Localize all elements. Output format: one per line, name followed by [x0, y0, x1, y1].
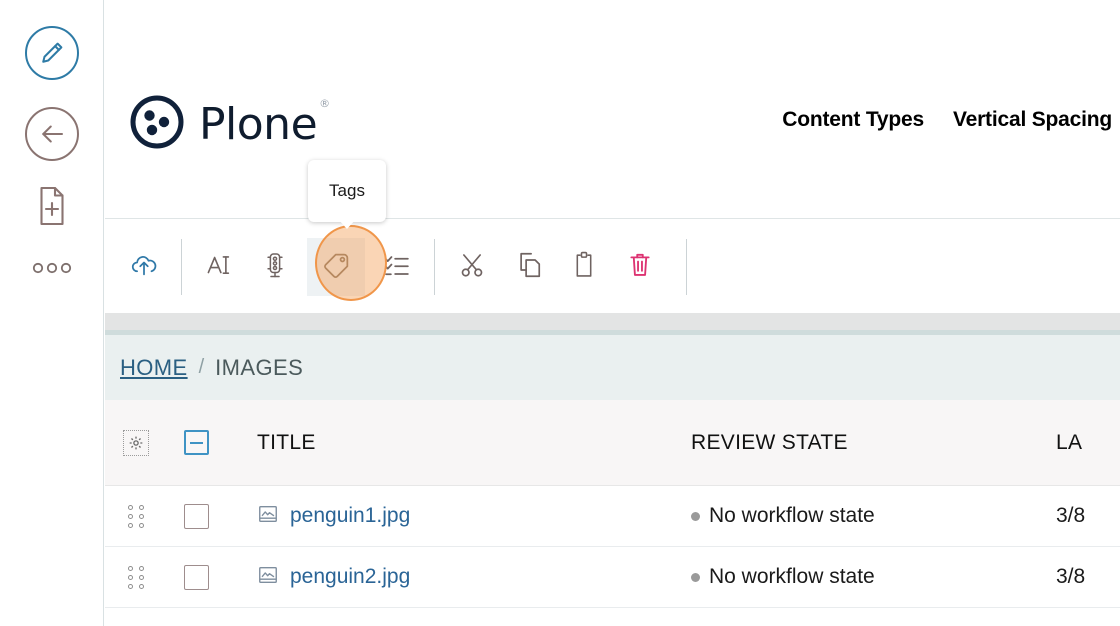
state-dot-icon — [691, 511, 700, 521]
trash-icon — [626, 250, 654, 283]
rail-item-back[interactable] — [0, 107, 104, 161]
pencil-circle-icon — [25, 26, 79, 80]
table-header-row: TITLE REVIEW STATE LA — [105, 400, 1120, 486]
toolbar-divider-3 — [686, 238, 687, 295]
row-review-state-label: No workflow state — [709, 504, 875, 527]
upload-button[interactable] — [120, 243, 168, 291]
row-title-cell: penguin2.jpg — [225, 564, 691, 591]
delete-button[interactable] — [616, 243, 664, 291]
arrow-left-circle-icon — [25, 107, 79, 161]
tooltip-label: Tags — [329, 181, 365, 200]
copy-button[interactable] — [504, 243, 552, 291]
drag-handle-icon — [127, 504, 145, 528]
more-horizontal-icon — [29, 259, 75, 282]
breadcrumb-current: IMAGES — [215, 354, 304, 380]
main-content-column: Plone ® Content Types Vertical Spacing Ta… — [105, 0, 1120, 626]
row-title-link[interactable]: penguin2.jpg — [290, 565, 410, 589]
toolbar-spacer-band — [105, 313, 1120, 330]
site-logo[interactable]: Plone ® — [129, 94, 330, 155]
logo-word: Plone — [199, 98, 318, 150]
plone-content-listing-screen: Plone ® Content Types Vertical Spacing Ta… — [0, 0, 1120, 626]
tag-icon — [321, 250, 352, 284]
row-checkbox[interactable] — [183, 503, 209, 529]
column-header-select-all[interactable] — [167, 430, 225, 455]
left-toolbar-rail — [0, 0, 104, 626]
registered-mark: ® — [319, 96, 330, 110]
rename-ai-icon — [204, 250, 234, 283]
state-dot-icon — [691, 572, 700, 582]
column-header-title-label: TITLE — [257, 430, 316, 454]
rename-button[interactable] — [195, 243, 243, 291]
breadcrumb-separator: / — [198, 356, 205, 378]
row-review-state-cell: No workflow state — [691, 504, 1056, 528]
table-row[interactable]: penguin2.jpg No workflow state 3/8 — [105, 547, 1120, 608]
nav-link-content-types[interactable]: Content Types — [782, 108, 924, 132]
row-checkbox[interactable] — [183, 564, 209, 590]
site-header: Plone ® Content Types Vertical Spacing — [105, 0, 1120, 219]
row-review-state-label: No workflow state — [709, 565, 875, 588]
rail-item-add-content[interactable] — [0, 185, 104, 231]
column-header-review-state[interactable]: REVIEW STATE — [691, 431, 1056, 455]
document-plus-icon — [34, 184, 70, 233]
image-file-icon — [257, 564, 279, 591]
properties-button[interactable] — [373, 243, 421, 291]
row-title-link[interactable]: penguin1.jpg — [290, 504, 410, 528]
toolbar-divider-2 — [434, 238, 435, 295]
plone-logo-icon — [129, 94, 185, 155]
toolbar-divider-1 — [181, 238, 182, 295]
row-title-cell: penguin1.jpg — [225, 503, 691, 530]
column-header-title[interactable]: TITLE — [225, 431, 691, 455]
scissors-icon — [457, 250, 487, 283]
row-drag-handle[interactable] — [105, 565, 167, 589]
tags-tooltip: Tags — [308, 160, 386, 229]
clipboard-icon — [570, 250, 598, 283]
tags-button[interactable] — [307, 237, 365, 296]
row-last-modified-cell: 3/8 — [1056, 504, 1120, 528]
column-header-last-modified[interactable]: LA — [1056, 431, 1120, 455]
paste-button[interactable] — [560, 243, 608, 291]
breadcrumb-link-home[interactable]: HOME — [120, 355, 188, 381]
breadcrumb: HOME / IMAGES — [105, 335, 1120, 400]
row-last-modified-cell: 3/8 — [1056, 565, 1120, 589]
column-header-last-modified-label: LA — [1056, 430, 1083, 454]
nav-link-vertical-spacing[interactable]: Vertical Spacing — [953, 108, 1112, 132]
column-header-handle — [105, 429, 167, 456]
row-select-cell[interactable] — [167, 503, 225, 529]
traffic-light-icon — [261, 250, 289, 283]
gear-icon[interactable] — [123, 429, 149, 456]
row-drag-handle[interactable] — [105, 504, 167, 528]
indeterminate-checkbox[interactable] — [183, 430, 209, 455]
table-row[interactable]: penguin1.jpg No workflow state 3/8 — [105, 486, 1120, 547]
workflow-state-button[interactable] — [251, 243, 299, 291]
cloud-upload-icon — [129, 250, 159, 283]
column-header-review-state-label: REVIEW STATE — [691, 430, 848, 454]
row-select-cell[interactable] — [167, 564, 225, 590]
rail-item-more[interactable] — [0, 252, 104, 288]
content-actions-toolbar — [105, 220, 1120, 313]
main-navigation: Content Types Vertical Spacing — [782, 108, 1112, 132]
rail-item-edit[interactable] — [0, 26, 104, 80]
content-listing-table: TITLE REVIEW STATE LA penguin1.jpg No wo… — [105, 400, 1120, 608]
row-review-state-cell: No workflow state — [691, 565, 1056, 589]
copy-icon — [513, 250, 543, 283]
checklist-icon — [382, 250, 412, 283]
logo-wordmark: Plone ® — [199, 98, 330, 147]
drag-handle-icon — [127, 565, 145, 589]
row-last-modified-label: 3/8 — [1056, 504, 1086, 527]
row-last-modified-label: 3/8 — [1056, 565, 1086, 588]
cut-button[interactable] — [448, 243, 496, 291]
image-file-icon — [257, 503, 279, 530]
